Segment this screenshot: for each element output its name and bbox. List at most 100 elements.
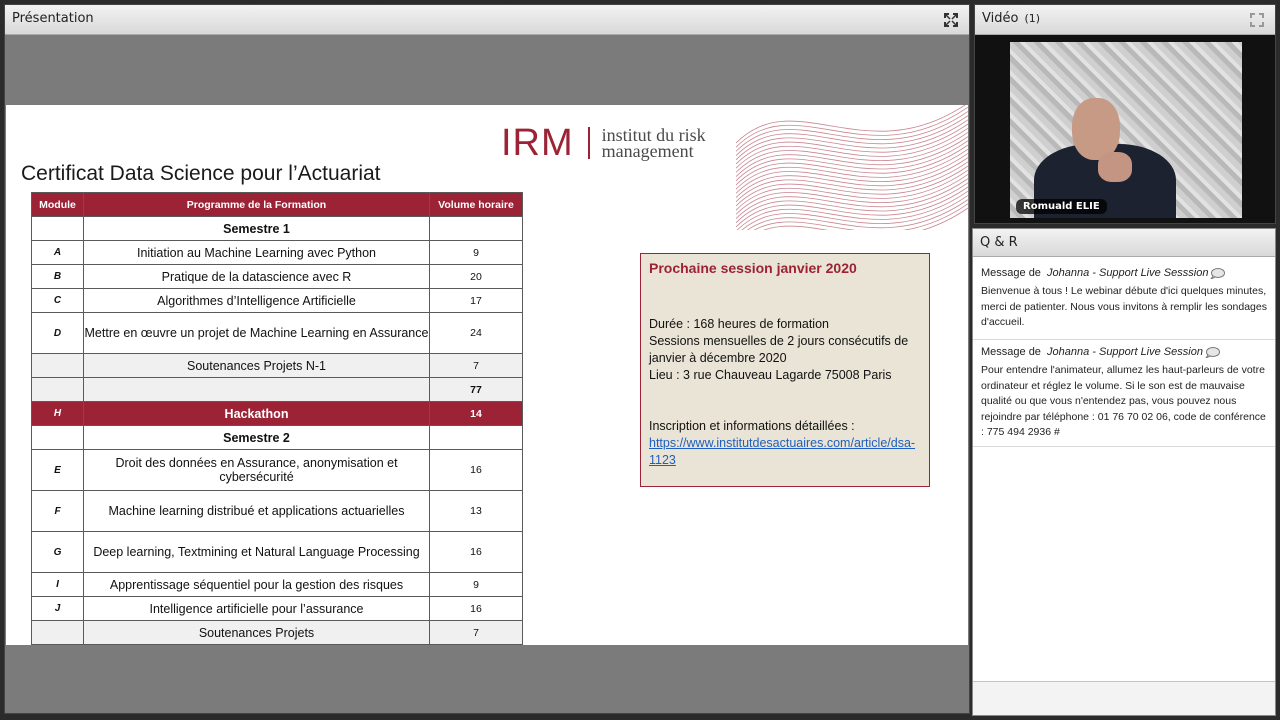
qr-header: Q & R bbox=[973, 229, 1275, 257]
header-program: Programme de la Formation bbox=[83, 192, 430, 217]
table-row: E Droit des données en Assurance, anonymi… bbox=[31, 449, 523, 491]
cell-module: F bbox=[31, 490, 84, 532]
table-row: Semestre 2 bbox=[31, 425, 523, 450]
decorative-waves bbox=[736, 105, 968, 230]
table-row: I Apprentissage séquentiel pour la gestio… bbox=[31, 572, 523, 597]
message-text: Pour entendre l'animateur, allumez les h… bbox=[981, 364, 1266, 438]
cell-program: Machine learning distribué et applicatio… bbox=[83, 490, 430, 532]
cell-program: Apprentissage séquentiel pour la gestion… bbox=[83, 572, 430, 597]
cell-module: J bbox=[31, 596, 84, 621]
header-module: Module bbox=[31, 192, 84, 217]
table-row: A Initiation au Machine Learning avec Pyt… bbox=[31, 240, 523, 265]
cell-module: C bbox=[31, 288, 84, 313]
message-from: Message de Johanna - Support Live Sesssi… bbox=[981, 267, 1267, 279]
wave-line bbox=[746, 199, 968, 230]
speech-bubble-icon bbox=[1205, 346, 1220, 358]
video-header: Vidéo (1) bbox=[975, 5, 1275, 35]
presentation-canvas: IRM institut du risk management Certific… bbox=[5, 35, 969, 713]
slide-title: Certificat Data Science pour l’Actuariat bbox=[21, 162, 381, 185]
cell-module: E bbox=[31, 449, 84, 491]
logo-separator bbox=[587, 127, 590, 159]
cell-module bbox=[31, 644, 84, 645]
session-duration: Durée : 168 heures de formation bbox=[649, 317, 829, 331]
presentation-pod: Présentation IRM institut du risk manage… bbox=[4, 4, 970, 714]
table-row: H Hackathon 14 bbox=[31, 401, 523, 426]
cell-volume: 7 bbox=[429, 620, 523, 645]
logo-tagline: institut du risk management bbox=[601, 126, 706, 161]
cell-volume: 9 bbox=[429, 240, 523, 265]
qr-input-area[interactable] bbox=[973, 681, 1275, 715]
table-row: G Deep learning, Textmining et Natural La… bbox=[31, 531, 523, 573]
cell-module: B bbox=[31, 264, 84, 289]
video-pod: Vidéo (1) Romuald ELIE bbox=[974, 4, 1276, 224]
table-row: C Algorithmes d’Intelligence Artificielle… bbox=[31, 288, 523, 313]
presenter-head bbox=[1072, 98, 1120, 160]
message-prefix: Message de bbox=[981, 267, 1041, 279]
fullscreen-icon[interactable] bbox=[943, 12, 959, 28]
logo-line2: management bbox=[601, 141, 694, 161]
cell-program: Soutenances Projets bbox=[83, 620, 430, 645]
cell-volume: 7 bbox=[429, 353, 523, 378]
cell-volume: 16 bbox=[429, 596, 523, 621]
wave-line bbox=[736, 111, 968, 152]
cell-program: Droit des données en Assurance, anonymis… bbox=[83, 449, 430, 491]
table-row: D Mettre en œuvre un projet de Machine Le… bbox=[31, 312, 523, 354]
wave-line bbox=[736, 106, 968, 148]
cell-volume: 24 bbox=[429, 312, 523, 354]
session-info-label: Inscription et informations détaillées : bbox=[649, 419, 855, 433]
table-row: Soutenances Projets N-1 7 bbox=[31, 353, 523, 378]
cell-module bbox=[31, 353, 84, 378]
table-row: 77 bbox=[31, 377, 523, 402]
logo-brand: IRM bbox=[501, 121, 574, 164]
table-row: B Pratique de la datascience avec R 20 bbox=[31, 264, 523, 289]
qr-pod: Q & R Message de Johanna - Support Live … bbox=[972, 228, 1276, 716]
cell-program: Algorithmes d’Intelligence Artificielle bbox=[83, 288, 430, 313]
cell-program: Semestre 1 bbox=[83, 216, 430, 241]
cell-program: Soutenances Projets N-1 bbox=[83, 353, 430, 378]
table-row: 77 bbox=[31, 644, 523, 645]
session-heading: Prochaine session janvier 2020 bbox=[649, 260, 857, 276]
cell-module: G bbox=[31, 531, 84, 573]
cell-program bbox=[83, 377, 430, 402]
presentation-title: Présentation bbox=[12, 11, 94, 26]
cell-module bbox=[31, 216, 84, 241]
session-location: Lieu : 3 rue Chauveau Lagarde 75008 Pari… bbox=[649, 368, 892, 382]
cell-volume: 77 bbox=[429, 644, 523, 645]
message-prefix: Message de bbox=[981, 346, 1041, 358]
cell-module: D bbox=[31, 312, 84, 354]
presenter-name-tag: Romuald ELIE bbox=[1016, 199, 1107, 214]
cell-module: H bbox=[31, 401, 84, 426]
video-title: Vidéo bbox=[982, 11, 1019, 26]
header-volume: Volume horaire bbox=[429, 192, 523, 217]
cell-volume bbox=[429, 216, 523, 241]
qr-message: Message de Johanna - Support Live Sessio… bbox=[973, 346, 1275, 447]
cell-program: Hackathon bbox=[83, 401, 430, 426]
cell-module: I bbox=[31, 572, 84, 597]
table-row: Soutenances Projets 7 bbox=[31, 620, 523, 645]
cell-volume: 9 bbox=[429, 572, 523, 597]
program-table: Module Programme de la Formation Volume … bbox=[31, 192, 523, 645]
message-text: Bienvenue à tous ! Le webinar débute d'i… bbox=[981, 285, 1267, 328]
qr-message: Message de Johanna - Support Live Sesssi… bbox=[973, 267, 1275, 340]
cell-volume: 13 bbox=[429, 490, 523, 532]
cell-volume: 17 bbox=[429, 288, 523, 313]
fullscreen-icon[interactable] bbox=[1249, 12, 1265, 28]
slide: IRM institut du risk management Certific… bbox=[6, 105, 968, 645]
table-row: Semestre 1 bbox=[31, 216, 523, 241]
cell-volume: 16 bbox=[429, 531, 523, 573]
next-session-box: Prochaine session janvier 2020 Durée : 1… bbox=[640, 253, 930, 487]
cell-program: Semestre 2 bbox=[83, 425, 430, 450]
cell-program: Pratique de la datascience avec R bbox=[83, 264, 430, 289]
cell-program: Initiation au Machine Learning avec Pyth… bbox=[83, 240, 430, 265]
session-schedule: Sessions mensuelles de 2 jours consécuti… bbox=[649, 334, 909, 365]
video-feed[interactable]: Romuald ELIE bbox=[1010, 42, 1242, 218]
speech-bubble-icon bbox=[1210, 267, 1226, 279]
session-link[interactable]: https://www.institutdesactuaires.com/art… bbox=[649, 435, 921, 469]
cell-volume: 77 bbox=[429, 377, 523, 402]
cell-program: Intelligence artificielle pour l’assuran… bbox=[83, 596, 430, 621]
cell-volume bbox=[429, 425, 523, 450]
message-author: Johanna - Support Live Session bbox=[1047, 346, 1203, 358]
cell-volume: 20 bbox=[429, 264, 523, 289]
table-row: F Machine learning distribué et applicati… bbox=[31, 490, 523, 532]
cell-module bbox=[31, 377, 84, 402]
